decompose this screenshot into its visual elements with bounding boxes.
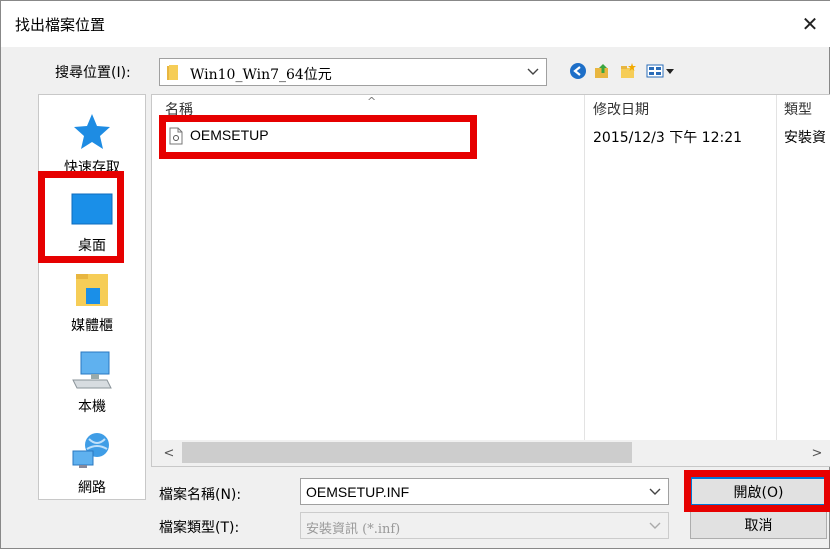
- view-menu-icon[interactable]: [646, 62, 676, 80]
- file-name-combo[interactable]: OEMSETUP.INF: [300, 478, 669, 505]
- column-divider[interactable]: [776, 95, 777, 440]
- cancel-button[interactable]: 取消: [690, 510, 827, 539]
- open-button[interactable]: 開啟(O): [690, 477, 827, 506]
- file-list: ^ 名稱 修改日期 類型 OEMSETUP 2015/12/3 下午 12:21…: [151, 94, 830, 467]
- place-label: 快速存取: [64, 160, 120, 176]
- open-file-dialog: 找出檔案位置 ✕ 搜尋位置(I): Win10_Win7_64位元 快速存取 桌…: [0, 0, 830, 549]
- file-name-value: OEMSETUP.INF: [306, 484, 410, 500]
- table-row[interactable]: OEMSETUP: [162, 125, 422, 147]
- column-header-name[interactable]: 名稱: [165, 99, 193, 119]
- file-modified-cell: 2015/12/3 下午 12:21: [593, 130, 743, 146]
- scrollbar-thumb[interactable]: [182, 442, 632, 463]
- place-label: 桌面: [78, 238, 106, 254]
- star-icon: [68, 109, 116, 153]
- title-bar: 找出檔案位置 ✕: [1, 1, 830, 47]
- file-type-cell: 安裝資: [784, 130, 826, 146]
- file-type-combo: 安裝資訊 (*.inf): [300, 512, 669, 539]
- place-label: 媒體櫃: [71, 318, 113, 334]
- libraries-icon: [68, 267, 116, 311]
- folder-icon: [166, 64, 182, 86]
- place-desktop[interactable]: 桌面: [39, 187, 145, 255]
- places-bar: 快速存取 桌面 媒體櫃 本機 網路: [38, 94, 146, 500]
- dialog-title: 找出檔案位置: [15, 16, 106, 34]
- sort-ascending-icon: ^: [367, 95, 377, 108]
- close-button[interactable]: ✕: [793, 7, 827, 41]
- back-icon[interactable]: [569, 62, 587, 80]
- chevron-down-icon: [642, 513, 668, 538]
- file-type-label: 檔案類型(T):: [159, 520, 240, 536]
- horizontal-scrollbar[interactable]: < >: [152, 440, 830, 466]
- place-quick-access[interactable]: 快速存取: [39, 109, 145, 177]
- column-header-type[interactable]: 類型: [784, 99, 812, 119]
- up-folder-icon[interactable]: [593, 62, 611, 80]
- file-name-label: 檔案名稱(N):: [159, 487, 242, 503]
- look-in-combo[interactable]: Win10_Win7_64位元: [159, 58, 547, 86]
- close-icon: ✕: [801, 12, 819, 36]
- look-in-value: Win10_Win7_64位元: [190, 67, 332, 83]
- desktop-icon: [68, 187, 116, 231]
- place-label: 本機: [78, 399, 106, 415]
- column-header-modified[interactable]: 修改日期: [593, 99, 649, 119]
- file-name-cell: OEMSETUP: [190, 127, 269, 143]
- chevron-down-icon[interactable]: [642, 479, 668, 504]
- place-network[interactable]: 網路: [39, 429, 145, 497]
- chevron-down-icon[interactable]: [520, 59, 546, 85]
- file-type-value: 安裝資訊 (*.inf): [306, 522, 401, 537]
- network-icon: [68, 429, 116, 473]
- new-folder-icon[interactable]: [619, 62, 637, 80]
- setup-file-icon: [168, 127, 184, 149]
- column-divider[interactable]: [584, 95, 585, 440]
- computer-icon: [68, 348, 116, 392]
- place-label: 網路: [78, 480, 106, 496]
- scroll-left-icon[interactable]: <: [156, 440, 182, 466]
- place-libraries[interactable]: 媒體櫃: [39, 267, 145, 335]
- place-this-pc[interactable]: 本機: [39, 348, 145, 416]
- scroll-right-icon[interactable]: >: [804, 440, 830, 466]
- look-in-label: 搜尋位置(I):: [55, 65, 131, 81]
